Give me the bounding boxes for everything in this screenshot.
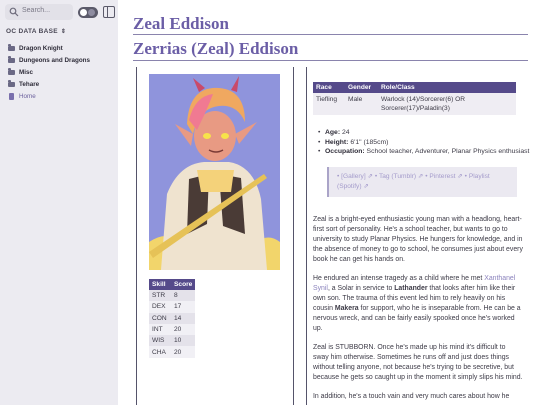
fact-value: 24 xyxy=(342,129,350,136)
sidebar-panel-icon[interactable] xyxy=(103,6,115,18)
paragraph-intro: Zeal is a bright-eyed enthusiastic young… xyxy=(313,215,523,263)
folder-icon xyxy=(8,56,15,63)
note-view: Zeal Eddison Zerrias (Zeal) Eddison Skil… xyxy=(118,0,540,405)
links-callout: • [Gallery] ⇗ • Tag (Tumblr) ⇗ • Pintere… xyxy=(327,166,517,197)
table-row: CON 14 xyxy=(149,312,196,324)
table-cell: INT xyxy=(149,323,171,336)
gallery-link[interactable]: [Gallery] xyxy=(341,173,366,180)
table-cell: 10 xyxy=(171,335,196,347)
sidebar: Search... OC DATA BASE ⇕ Dragon Knight Du… xyxy=(0,0,118,405)
vault-switcher[interactable]: OC DATA BASE ⇕ xyxy=(6,28,66,35)
file-label: Home xyxy=(19,92,36,100)
table-header: Role/Class xyxy=(378,82,516,93)
table-header: Gender xyxy=(345,82,378,93)
table-cell: DEX xyxy=(149,301,171,313)
table-cell: 17 xyxy=(171,301,196,313)
folder-label: Dungeons and Dragons xyxy=(19,56,91,64)
folder-icon xyxy=(8,68,15,75)
list-item: Height: 6'1" (185cm) xyxy=(318,138,536,148)
table-cell: CON xyxy=(149,312,171,324)
table-cell: 20 xyxy=(171,323,196,336)
table-row: Tiefling Male Warlock (14)/Sorcerer(6) O… xyxy=(313,93,516,115)
table-cell: Male xyxy=(345,93,378,115)
folder-label: Tehare xyxy=(19,80,40,88)
external-link-icon: ⇗ xyxy=(417,172,424,180)
table-row: CHA 20 xyxy=(149,346,196,358)
table-header: Race xyxy=(313,82,345,93)
page-subtitle: Zerrias (Zeal) Eddison xyxy=(133,39,299,58)
page-title: Zeal Eddison xyxy=(133,14,229,33)
pinterest-link[interactable]: Pinterest xyxy=(429,173,455,180)
lathander-link[interactable]: Lathander xyxy=(394,285,427,292)
fact-label: Height: xyxy=(325,138,349,146)
folder-icon xyxy=(8,80,15,87)
table-row: INT 20 xyxy=(149,323,196,336)
table-cell: 14 xyxy=(171,312,196,324)
fact-value: School teacher, Adventurer, Planar Physi… xyxy=(366,148,530,155)
chevron-updown-icon: ⇕ xyxy=(60,29,67,35)
paragraph-personality: Zeal is STUBBORN. Once he's made up his … xyxy=(313,343,523,381)
character-portrait xyxy=(149,74,280,270)
paragraph-vanity: In addition, he's a touch vain and very … xyxy=(313,392,510,400)
folder-dungeons-and-dragons[interactable]: Dungeons and Dragons xyxy=(8,54,114,66)
search-input[interactable]: Search... xyxy=(5,4,73,20)
folder-tehare[interactable]: Tehare xyxy=(8,78,114,90)
folder-label: Misc xyxy=(19,68,33,76)
table-cell: 8 xyxy=(171,290,196,302)
search-placeholder: Search... xyxy=(22,7,51,14)
tumblr-tag-link[interactable]: Tag (Tumblr) xyxy=(379,173,416,180)
text-span: He endured an intense tragedy as a child… xyxy=(313,274,485,282)
folder-dragon-knight[interactable]: Dragon Knight xyxy=(8,42,114,54)
race-gender-class-table: Race Gender Role/Class Tiefling Male War… xyxy=(313,82,516,115)
subtitle-divider xyxy=(133,60,528,61)
list-item: Age: 24 xyxy=(318,128,536,138)
text-span: , a Solar in service to xyxy=(327,284,395,292)
file-home[interactable]: Home xyxy=(8,90,114,102)
file-tree: Dragon Knight Dungeons and Dragons Misc … xyxy=(8,42,114,102)
character-details: Race Gender Role/Class Tiefling Male War… xyxy=(306,67,536,405)
table-cell: WIS xyxy=(149,335,171,347)
folder-icon xyxy=(8,44,15,51)
theme-toggle[interactable] xyxy=(78,7,98,18)
facts-list: Age: 24 Height: 6'1" (185cm) Occupation:… xyxy=(318,128,536,157)
external-link-icon: ⇗ xyxy=(457,172,463,180)
table-cell: Warlock (14)/Sorcerer(6) OR Sorcerer(17)… xyxy=(378,93,516,115)
folder-label: Dragon Knight xyxy=(19,44,63,52)
table-cell: Tiefling xyxy=(313,93,345,115)
list-item: Occupation: School teacher, Adventurer, … xyxy=(318,147,536,157)
paragraph-backstory: He endured an intense tragedy as a child… xyxy=(313,274,523,334)
sidebar-toolbar: Search... xyxy=(5,4,115,22)
fact-label: Age: xyxy=(325,129,341,136)
table-row: STR 8 xyxy=(149,290,196,302)
table-cell: 20 xyxy=(171,346,196,358)
folder-misc[interactable]: Misc xyxy=(8,66,114,78)
external-link-icon: ⇗ xyxy=(363,182,369,190)
character-infobox: Skill Score STR 8 DEX 17 CON 14 INT 20 WIS 10 … xyxy=(136,67,294,405)
table-cell: STR xyxy=(149,290,171,302)
title-divider xyxy=(133,34,528,35)
file-icon xyxy=(9,92,14,100)
search-icon xyxy=(9,7,19,17)
skill-score-table: Skill Score STR 8 DEX 17 CON 14 INT 20 WIS 10 … xyxy=(149,279,196,358)
table-header: Score xyxy=(171,279,196,290)
table-row: WIS 10 xyxy=(149,335,196,347)
external-link-icon: ⇗ xyxy=(367,172,374,180)
makera-link[interactable]: Makera xyxy=(335,305,359,312)
fact-value: 6'1" (185cm) xyxy=(350,138,389,146)
fact-label: Occupation: xyxy=(325,148,365,155)
vault-name: OC DATA BASE xyxy=(6,28,58,35)
table-header: Skill xyxy=(149,279,171,290)
table-row: DEX 17 xyxy=(149,301,196,313)
table-cell: CHA xyxy=(149,346,171,358)
